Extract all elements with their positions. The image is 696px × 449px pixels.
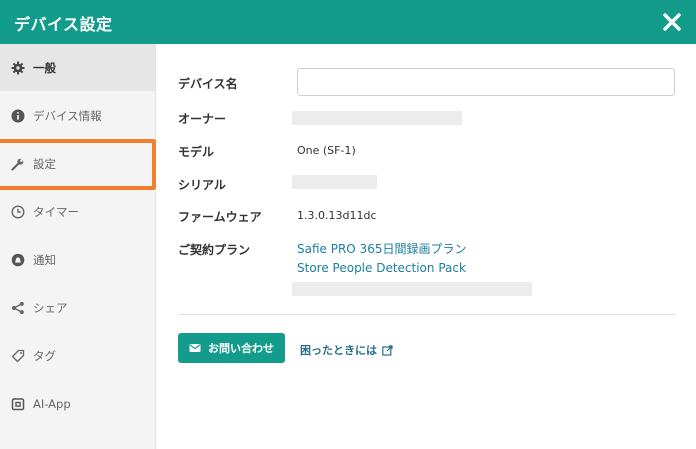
device-details-panel: デバイス名 オーナー モデル One (SF-1) シリアル ファームウェア 1… [156, 44, 696, 449]
sidebar-item-label: デバイス情報 [33, 108, 102, 123]
tag-icon [11, 349, 25, 363]
close-icon[interactable] [660, 10, 684, 34]
owner-value-redacted [292, 111, 462, 125]
sidebar-item-device-info[interactable]: デバイス情報 [0, 92, 155, 139]
device-name-input[interactable] [297, 68, 675, 96]
contact-button[interactable]: お問い合わせ [178, 333, 285, 363]
serial-value-redacted [292, 175, 377, 189]
sidebar-item-label: AI-App [33, 396, 71, 411]
external-link-icon [382, 344, 393, 356]
contract-plan-label: ご契約プラン [178, 243, 251, 257]
sidebar-item-label: シェア [33, 300, 68, 315]
sidebar-item-label: タイマー [33, 204, 79, 219]
plan-link[interactable]: Safie PRO 365日間録画プラン [297, 240, 466, 257]
sidebar: 一般 デバイス情報 設定 タイマー 通知 シェア タグ AI-App [0, 44, 156, 449]
sidebar-item-label: 通知 [33, 252, 56, 267]
firmware-label: ファームウェア [178, 210, 262, 224]
dialog-header: デバイス設定 [0, 0, 696, 44]
sidebar-item-timer[interactable]: タイマー [0, 188, 155, 235]
plan-link[interactable]: Store People Detection Pack [297, 261, 466, 275]
model-value: One (SF-1) [297, 144, 356, 157]
sidebar-item-ai-app[interactable]: AI-App [0, 380, 155, 427]
sidebar-item-tag[interactable]: タグ [0, 332, 155, 379]
sidebar-item-label: 一般 [33, 60, 56, 75]
dialog-title: デバイス設定 [14, 15, 113, 34]
contact-button-label: お問い合わせ [208, 342, 274, 355]
sidebar-item-notification[interactable]: 通知 [0, 236, 155, 283]
owner-label: オーナー [178, 112, 227, 126]
wrench-icon [11, 157, 25, 171]
sidebar-item-label: タグ [33, 348, 56, 363]
share-icon [11, 301, 25, 315]
help-link[interactable]: 困ったときには [300, 342, 393, 358]
sidebar-item-share[interactable]: シェア [0, 284, 155, 331]
device-name-label: デバイス名 [178, 77, 238, 91]
sidebar-item-general[interactable]: 一般 [0, 44, 155, 91]
sidebar-item-label: 設定 [33, 156, 56, 171]
serial-label: シリアル [178, 178, 226, 192]
sidebar-item-settings[interactable]: 設定 [0, 140, 155, 187]
ai-app-icon [11, 397, 25, 411]
firmware-value: 1.3.0.13d11dc [297, 209, 377, 222]
plan-extra-redacted [292, 282, 532, 296]
mail-icon [189, 344, 201, 352]
gear-icon [11, 61, 25, 75]
bell-icon [11, 253, 25, 267]
model-label: モデル [178, 145, 215, 159]
info-icon [11, 109, 25, 123]
help-link-label: 困ったときには [300, 344, 377, 357]
clock-icon [11, 204, 25, 219]
divider [178, 314, 676, 315]
